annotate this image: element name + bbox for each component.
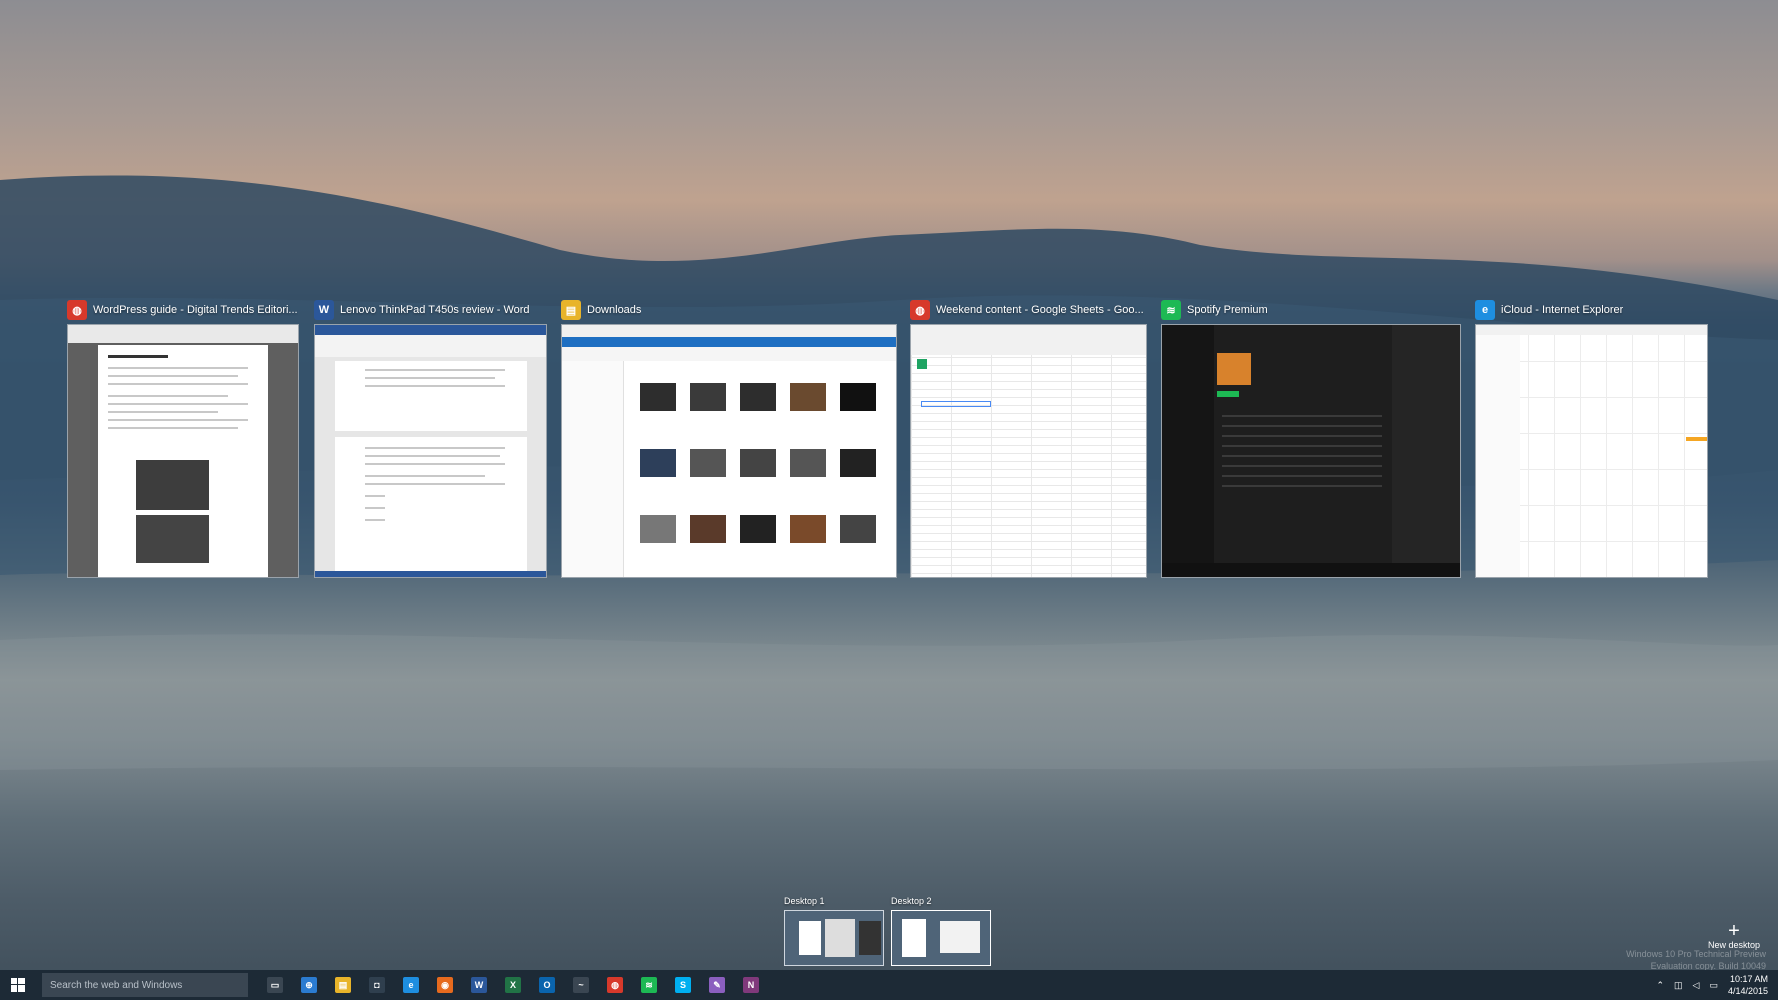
internet-explorer-icon: e <box>1475 300 1495 320</box>
taskbar: Search the web and Windows ▭ ⊕ ▤ ◘ e ◉ W X O ~ ◍ ≋ S… <box>0 970 1778 1000</box>
word-icon: W <box>471 977 487 993</box>
taskbar-store-button[interactable]: ⊕ <box>292 970 326 1000</box>
desktop-1-label: Desktop 1 <box>784 896 825 906</box>
onenote-icon: N <box>743 977 759 993</box>
clock-time: 10:17 AM <box>1729 974 1768 984</box>
taskbar-excel-button[interactable]: X <box>496 970 530 1000</box>
firefox-icon: ◉ <box>437 977 453 993</box>
task-view-icon: ▭ <box>267 977 283 993</box>
window-spotify[interactable]: ≋ Spotify Premium <box>1161 298 1461 578</box>
taskbar-chrome-button[interactable]: ◍ <box>598 970 632 1000</box>
window-thumbnail[interactable] <box>1475 324 1708 578</box>
taskbar-task-view-button[interactable]: ▭ <box>258 970 292 1000</box>
spotify-icon: ≋ <box>1161 300 1181 320</box>
taskbar-outlook-button[interactable]: O <box>530 970 564 1000</box>
desktop-2-label: Desktop 2 <box>891 896 932 906</box>
app-icon: ~ <box>573 977 589 993</box>
chrome-icon: ◍ <box>67 300 87 320</box>
network-icon[interactable]: ◫ <box>1674 980 1683 991</box>
store-icon: ⊕ <box>301 977 317 993</box>
file-explorer-icon: ▤ <box>561 300 581 320</box>
window-title: Spotify Premium <box>1187 304 1268 316</box>
window-header: W Lenovo ThinkPad T450s review - Word <box>314 298 547 322</box>
taskbar-store-bag-button[interactable]: ◘ <box>360 970 394 1000</box>
store-bag-icon: ◘ <box>369 977 385 993</box>
window-title: Lenovo ThinkPad T450s review - Word <box>340 304 530 316</box>
window-thumbnail[interactable] <box>910 324 1147 578</box>
plus-icon: + <box>1728 920 1740 942</box>
system-tray: ⌃ ◫ ◁ ▭ 10:17 AM 4/14/2015 <box>1656 970 1778 1000</box>
notification-icon[interactable]: ▭ <box>1709 980 1718 991</box>
window-thumbnail[interactable] <box>561 324 897 578</box>
spotify-icon: ≋ <box>641 977 657 993</box>
window-wordpress-guide[interactable]: ◍ WordPress guide - Digital Trends Edito… <box>67 298 299 578</box>
window-title: Weekend content - Google Sheets - Goo... <box>936 304 1144 316</box>
skype-icon: S <box>675 977 691 993</box>
window-google-sheets[interactable]: ◍ Weekend content - Google Sheets - Goo.… <box>910 298 1147 578</box>
outlook-icon: O <box>539 977 555 993</box>
taskbar-internet-explorer-button[interactable]: e <box>394 970 428 1000</box>
pinned-apps: ▭ ⊕ ▤ ◘ e ◉ W X O ~ ◍ ≋ S ✎ N <box>258 970 768 1000</box>
window-header: ▤ Downloads <box>561 298 897 322</box>
volume-icon[interactable]: ◁ <box>1693 980 1700 991</box>
chrome-icon: ◍ <box>607 977 623 993</box>
start-button[interactable] <box>0 970 36 1000</box>
taskbar-onenote-button[interactable]: N <box>734 970 768 1000</box>
taskbar-spotify-button[interactable]: ≋ <box>632 970 666 1000</box>
window-title: iCloud - Internet Explorer <box>1501 304 1624 316</box>
window-thumbnail[interactable] <box>314 324 547 578</box>
window-header: e iCloud - Internet Explorer <box>1475 298 1708 322</box>
file-explorer-icon: ▤ <box>335 977 351 993</box>
window-header: ◍ Weekend content - Google Sheets - Goo.… <box>910 298 1147 322</box>
taskbar-skype-button[interactable]: S <box>666 970 700 1000</box>
paint-icon: ✎ <box>709 977 725 993</box>
windows-logo-icon <box>11 978 25 992</box>
taskbar-word-button[interactable]: W <box>462 970 496 1000</box>
chevron-up-icon[interactable]: ⌃ <box>1656 980 1664 991</box>
desktop-2-thumbnail[interactable] <box>891 910 991 966</box>
desktop-1-thumbnail[interactable] <box>784 910 884 966</box>
window-icloud[interactable]: e iCloud - Internet Explorer <box>1475 298 1708 578</box>
window-title: WordPress guide - Digital Trends Editori… <box>93 304 298 316</box>
taskbar-app-button[interactable]: ~ <box>564 970 598 1000</box>
window-title: Downloads <box>587 304 642 316</box>
taskbar-firefox-button[interactable]: ◉ <box>428 970 462 1000</box>
window-word-review[interactable]: W Lenovo ThinkPad T450s review - Word <box>314 298 547 578</box>
build-watermark: Windows 10 Pro Technical Preview Evaluat… <box>1626 948 1766 972</box>
window-header: ◍ WordPress guide - Digital Trends Edito… <box>67 298 299 322</box>
window-header: ≋ Spotify Premium <box>1161 298 1461 322</box>
search-placeholder: Search the web and Windows <box>50 979 183 991</box>
word-icon: W <box>314 300 334 320</box>
watermark-line-1: Windows 10 Pro Technical Preview <box>1626 949 1766 959</box>
search-box[interactable]: Search the web and Windows <box>42 973 248 997</box>
window-thumbnail[interactable] <box>1161 324 1461 578</box>
clock-date: 4/14/2015 <box>1727 986 1768 996</box>
taskbar-file-explorer-button[interactable]: ▤ <box>326 970 360 1000</box>
window-thumbnail[interactable] <box>67 324 299 578</box>
clock[interactable]: 10:17 AM 4/14/2015 <box>1728 973 1768 997</box>
window-downloads[interactable]: ▤ Downloads <box>561 298 897 578</box>
chrome-icon: ◍ <box>910 300 930 320</box>
internet-explorer-icon: e <box>403 977 419 993</box>
new-desktop-button[interactable]: + New desktop <box>1708 920 1760 950</box>
taskbar-paint-button[interactable]: ✎ <box>700 970 734 1000</box>
excel-icon: X <box>505 977 521 993</box>
